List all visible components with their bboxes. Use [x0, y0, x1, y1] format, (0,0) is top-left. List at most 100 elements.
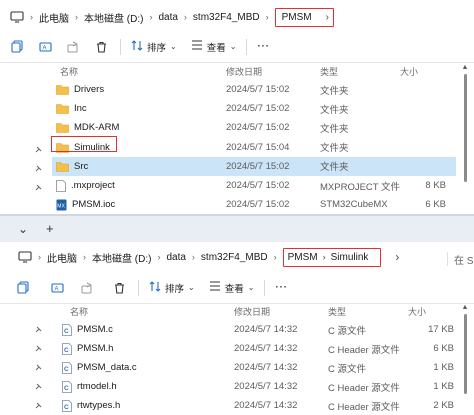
breadcrumb-stm32f4-mbd[interactable]: stm32F4_MBD [201, 252, 268, 263]
breadcrumb-pmsm[interactable]: PMSM [282, 12, 312, 23]
list-item[interactable]: Crtwtypes.h 2024/5/7 14:32 C Header 源文件 2 K… [52, 396, 456, 415]
file-type: C Header 源文件 [328, 382, 400, 394]
column-header-date[interactable]: 修改日期 [234, 305, 270, 318]
view-button[interactable]: 查看 ⌄ [209, 281, 254, 295]
breadcrumb-current-highlight[interactable]: PMSM › [274, 7, 334, 27]
address-bar[interactable]: › 此电脑 › 本地磁盘 (D:) › data › stm32F4_MBD ›… [0, 242, 474, 272]
svg-text:C: C [64, 385, 69, 392]
list-item[interactable]: MDK-ARM 2024/5/7 15:02 文件夹 [52, 118, 456, 137]
file-size: 1 KB [433, 381, 454, 392]
share-icon[interactable] [66, 40, 80, 54]
column-header-size[interactable]: 大小 [408, 305, 426, 318]
view-button[interactable]: 查看 ⌄ [191, 40, 236, 54]
search-box[interactable]: 在 S [447, 252, 474, 267]
rename-icon[interactable]: A [50, 281, 64, 295]
column-header-name[interactable]: 名称 [70, 305, 88, 318]
new-tab-button[interactable]: + [46, 221, 54, 236]
breadcrumb-drive-d[interactable]: 本地磁盘 (D:) [92, 250, 151, 265]
file-name: .mxproject [71, 180, 115, 191]
breadcrumb-this-pc[interactable]: 此电脑 [39, 10, 69, 25]
column-header-row: 名称 修改日期 类型 大小 [0, 304, 456, 318]
file-date: 2024/5/7 15:02 [226, 103, 290, 115]
copy-icon[interactable] [16, 281, 30, 295]
sort-button[interactable]: 排序 ⌄ [149, 280, 195, 295]
pin-icon[interactable] [34, 146, 42, 154]
chevron-right-icon: › [157, 252, 161, 262]
simulink-highlight [51, 136, 117, 152]
breadcrumb-pmsm[interactable]: PMSM [288, 252, 318, 263]
breadcrumb-simulink[interactable]: Simulink [331, 252, 369, 263]
file-name: PMSM.ioc [72, 199, 116, 211]
scrollbar-thumb[interactable] [463, 314, 467, 394]
list-item[interactable]: .mxproject 2024/5/7 15:02 MXPROJECT 文件 8 KB [52, 176, 456, 195]
file-type: MXPROJECT 文件 [320, 181, 401, 193]
chevron-right-icon: › [395, 250, 400, 264]
file-size: 1 KB [433, 362, 454, 373]
list-item[interactable]: C PMSM.h 2024/5/7 14:32 C Header 源文件 6 KB [52, 339, 456, 358]
delete-icon[interactable] [112, 281, 126, 295]
list-item[interactable]: C PMSM.c 2024/5/7 14:32 C 源文件 17 KB [52, 320, 456, 339]
chevron-down-icon[interactable]: ⌄ [18, 222, 28, 236]
c-file-icon: C [62, 361, 72, 374]
file-type: 文件夹 [320, 85, 349, 97]
ioc-file-icon: MX [56, 199, 67, 211]
breadcrumb-stm32f4-mbd[interactable]: stm32F4_MBD [193, 12, 260, 23]
rename-icon[interactable]: A [38, 40, 52, 54]
breadcrumb-drive-d[interactable]: 本地磁盘 (D:) [84, 10, 143, 25]
list-item[interactable]: Drivers 2024/5/7 15:02 文件夹 [52, 80, 456, 99]
file-date: 2024/5/7 14:32 [234, 381, 298, 392]
svg-text:MX: MX [57, 203, 65, 209]
pin-icon[interactable] [34, 383, 42, 391]
breadcrumb-data[interactable]: data [158, 12, 177, 23]
address-bar[interactable]: › 此电脑 › 本地磁盘 (D:) › data › stm32F4_MBD ›… [0, 2, 474, 32]
chevron-right-icon: › [191, 252, 195, 262]
c-file-icon: C [62, 380, 72, 393]
view-icon [209, 281, 221, 294]
more-options-button[interactable]: ··· [275, 282, 288, 293]
copy-icon[interactable] [10, 40, 24, 54]
chevron-right-icon: › [83, 252, 86, 262]
sort-button[interactable]: 排序 ⌄ [131, 39, 177, 54]
share-icon[interactable] [80, 281, 94, 295]
pin-icon[interactable] [34, 364, 42, 372]
scrollbar[interactable]: ▲ [458, 304, 472, 415]
explorer-window-simulink: ⌄ + › 此电脑 › 本地磁盘 (D:) › data › stm32F4_M… [0, 216, 474, 415]
column-header-date[interactable]: 修改日期 [226, 65, 262, 78]
monitor-icon [18, 251, 32, 263]
tab-strip: ⌄ + [0, 216, 474, 242]
chevron-right-icon: › [325, 11, 329, 23]
explorer-window-pmsm: › 此电脑 › 本地磁盘 (D:) › data › stm32F4_MBD ›… [0, 0, 474, 214]
breadcrumb-current-highlight[interactable]: PMSM › Simulink [282, 247, 382, 267]
column-header-type[interactable]: 类型 [328, 305, 346, 318]
chevron-right-icon: › [322, 252, 326, 262]
pin-icon[interactable] [34, 165, 42, 173]
breadcrumb-this-pc[interactable]: 此电脑 [47, 250, 77, 265]
file-name-cell: Inc [56, 103, 87, 114]
file-type: C 源文件 [328, 363, 367, 375]
file-name: Drivers [74, 84, 105, 95]
scroll-up-icon[interactable]: ▲ [458, 64, 472, 71]
file-date: 2024/5/7 14:32 [234, 400, 298, 411]
file-name: rtwtypes.h [77, 400, 121, 411]
pin-icon[interactable] [34, 402, 42, 410]
column-header-size[interactable]: 大小 [400, 65, 418, 78]
list-item[interactable]: Inc 2024/5/7 15:02 文件夹 [52, 99, 456, 118]
column-header-type[interactable]: 类型 [320, 65, 338, 78]
column-header-name[interactable]: 名称 [60, 65, 78, 78]
scrollbar[interactable]: ▲ [458, 64, 472, 212]
list-item[interactable]: Crtmodel.h 2024/5/7 14:32 C Header 源文件 1 KB [52, 377, 456, 396]
list-item[interactable]: MX PMSM.ioc 2024/5/7 15:02 STM32CubeMX 6 KB [52, 195, 456, 214]
scrollbar-thumb[interactable] [463, 74, 467, 182]
more-options-button[interactable]: ··· [257, 41, 270, 52]
sort-icon [149, 280, 161, 295]
list-item[interactable]: C PMSM_data.c 2024/5/7 14:32 C 源文件 1 KB [52, 358, 456, 377]
scroll-up-icon[interactable]: ▲ [458, 304, 472, 311]
file-type: 文件夹 [320, 143, 349, 155]
file-name: PMSM.h [77, 343, 114, 354]
list-item[interactable]: Src 2024/5/7 15:02 文件夹 [52, 156, 456, 176]
breadcrumb-data[interactable]: data [166, 252, 185, 263]
delete-icon[interactable] [94, 40, 108, 54]
pin-icon[interactable] [34, 184, 42, 192]
pin-icon[interactable] [34, 345, 42, 353]
pin-icon[interactable] [34, 326, 42, 334]
